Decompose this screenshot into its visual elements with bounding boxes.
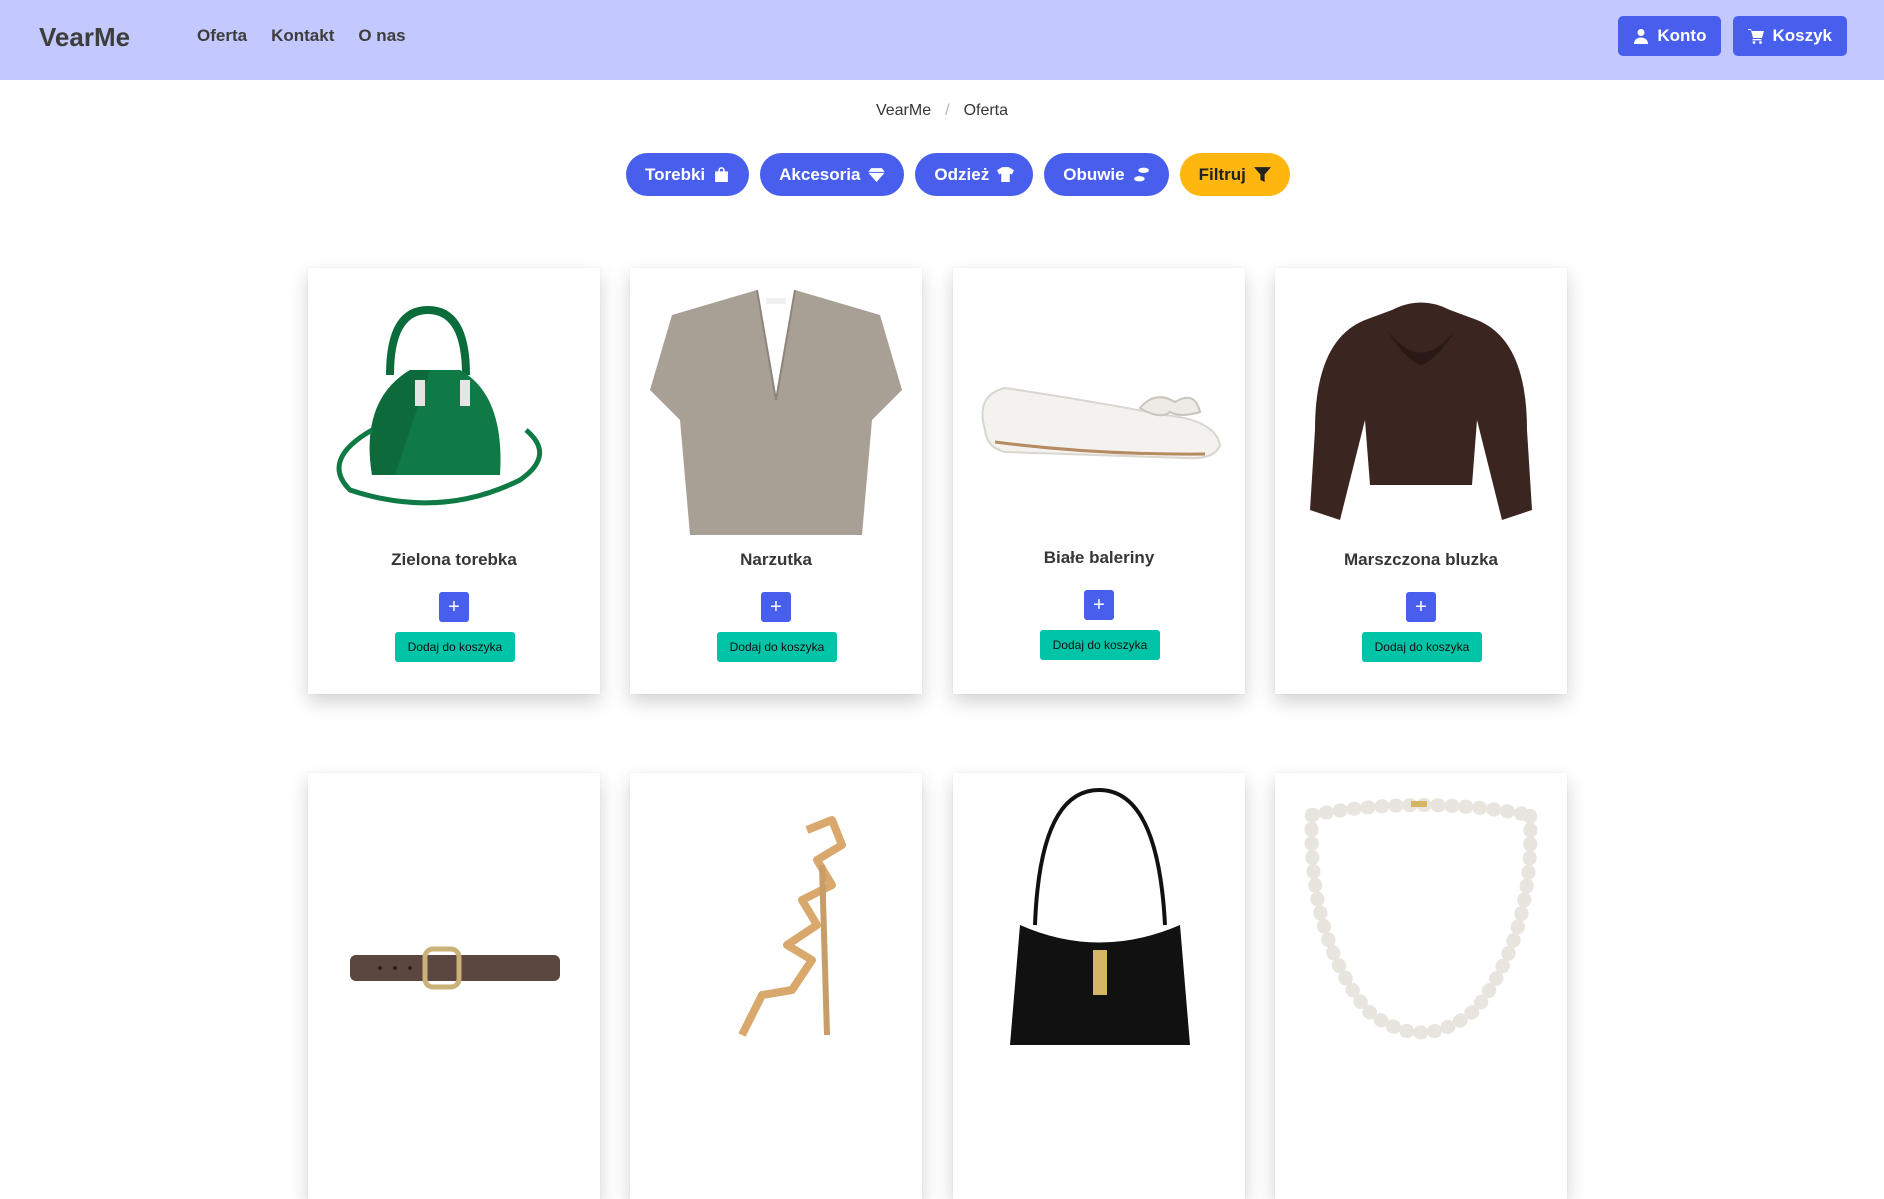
bag-icon	[715, 167, 729, 182]
blouse-icon	[1310, 302, 1532, 520]
cart-button[interactable]: Koszyk	[1733, 16, 1847, 56]
nav-link-oferta[interactable]: Oferta	[197, 26, 247, 46]
filter-button[interactable]: Filtruj	[1179, 153, 1290, 196]
cart-icon	[1748, 29, 1765, 44]
category-label: Torebki	[645, 164, 706, 184]
product-image-gold-sandal[interactable]	[642, 785, 910, 1053]
sandal-icon	[738, 816, 846, 1037]
product-image-brown-belt[interactable]	[320, 785, 588, 1053]
cart-button-label: Koszyk	[1772, 26, 1832, 45]
plus-button[interactable]: +	[439, 592, 469, 622]
brand-logo[interactable]: VearMe	[39, 22, 130, 53]
account-button-label: Konto	[1657, 26, 1707, 45]
product-image-green-handbag[interactable]	[320, 280, 588, 548]
product-image-pearl-necklace[interactable]	[1287, 785, 1555, 1053]
product-image-white-ballerinas[interactable]	[965, 280, 1233, 548]
category-button-akcesoria[interactable]: Akcesoria	[760, 153, 905, 196]
product-card	[308, 773, 600, 1199]
nav-links: Oferta Kontakt O nas	[197, 26, 406, 46]
account-button[interactable]: Konto	[1618, 16, 1722, 56]
shirt-icon	[997, 167, 1015, 182]
product-card: Marszczona bluzka + Dodaj do koszyka	[1275, 268, 1567, 694]
add-to-cart-button[interactable]: Dodaj do koszyka	[395, 632, 515, 662]
poncho-icon	[650, 289, 902, 535]
category-button-odziez[interactable]: Odzież	[915, 153, 1034, 196]
breadcrumb-item-home[interactable]: VearMe	[876, 102, 931, 120]
product-card	[630, 773, 922, 1199]
nav-link-o-nas[interactable]: O nas	[358, 26, 405, 46]
category-button-torebki[interactable]: Torebki	[626, 153, 750, 196]
category-button-obuwie[interactable]: Obuwie	[1044, 153, 1169, 196]
shoe-prints-icon	[1133, 167, 1149, 182]
category-label: Odzież	[934, 164, 990, 184]
category-label: Obuwie	[1063, 164, 1125, 184]
product-card: Zielona torebka + Dodaj do koszyka	[308, 268, 600, 694]
product-image-beige-poncho[interactable]	[642, 280, 910, 548]
nav-link-kontakt[interactable]: Kontakt	[271, 26, 334, 46]
filter-icon	[1253, 167, 1271, 182]
shoulder-bag-icon	[1010, 787, 1190, 1045]
plus-button[interactable]: +	[1084, 590, 1114, 620]
plus-button[interactable]: +	[761, 592, 791, 622]
product-image-brown-blouse[interactable]	[1287, 280, 1555, 548]
product-card	[1275, 773, 1567, 1199]
diamond-icon	[868, 168, 886, 182]
nav-actions: Konto Koszyk	[1618, 16, 1847, 56]
ballerina-shoe-icon	[981, 386, 1222, 460]
user-icon	[1634, 29, 1649, 44]
product-card: Białe baleriny + Dodaj do koszyka	[953, 268, 1245, 694]
product-title: Narzutka	[740, 550, 812, 569]
breadcrumb-separator: /	[945, 102, 950, 119]
product-card: Narzutka + Dodaj do koszyka	[630, 268, 922, 694]
product-title: Marszczona bluzka	[1344, 550, 1498, 569]
add-to-cart-button[interactable]: Dodaj do koszyka	[1040, 630, 1160, 660]
necklace-icon	[1304, 798, 1538, 1040]
category-label: Akcesoria	[779, 164, 861, 184]
product-title: Białe baleriny	[1043, 548, 1155, 567]
product-title: Zielona torebka	[391, 550, 517, 569]
breadcrumb-item-current[interactable]: Oferta	[964, 102, 1008, 120]
belt-icon	[350, 946, 560, 990]
add-to-cart-button[interactable]: Dodaj do koszyka	[717, 632, 837, 662]
breadcrumb: VearMe / Oferta	[0, 102, 1884, 120]
add-to-cart-button[interactable]: Dodaj do koszyka	[1362, 632, 1482, 662]
handbag-icon	[336, 305, 543, 506]
category-filters: Torebki Akcesoria Odzież Obuwie Filtruj	[626, 153, 1290, 196]
navbar: VearMe Oferta Kontakt O nas Konto Koszyk	[0, 0, 1884, 80]
plus-button[interactable]: +	[1406, 592, 1436, 622]
product-image-black-shoulder-bag[interactable]	[965, 785, 1233, 1053]
filter-label: Filtruj	[1198, 164, 1246, 184]
product-card	[953, 773, 1245, 1199]
